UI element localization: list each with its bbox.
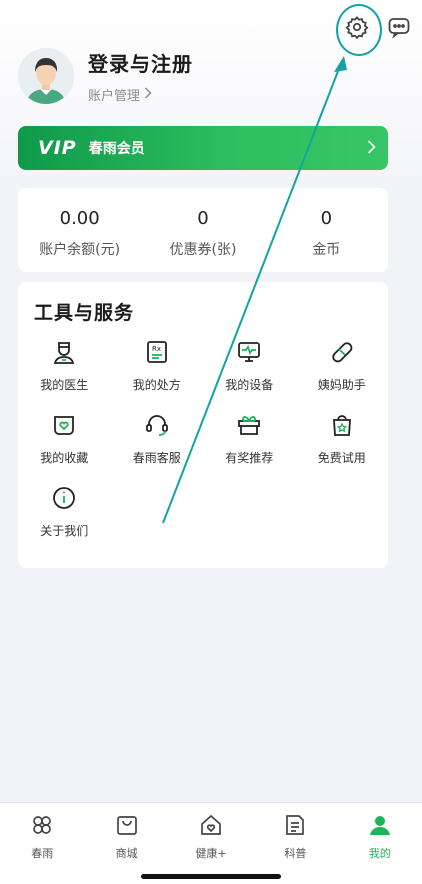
- heart-home-icon: [199, 813, 223, 841]
- nav-item-chunyu[interactable]: 春雨: [0, 803, 84, 884]
- clover-icon: [30, 813, 54, 841]
- nav-item-science[interactable]: 科普: [253, 803, 337, 884]
- nav-item-health-plus[interactable]: 健康+: [169, 803, 253, 884]
- nav-label: 科普: [284, 847, 307, 860]
- nav-label: 商城: [115, 847, 138, 860]
- bag-icon: [115, 813, 139, 841]
- nav-label: 春雨: [31, 847, 54, 860]
- nav-label: 健康+: [195, 847, 227, 860]
- article-icon: [283, 813, 307, 841]
- home-indicator: [141, 874, 281, 879]
- nav-item-mall[interactable]: 商城: [84, 803, 168, 884]
- nav-item-mine[interactable]: 我的: [338, 803, 422, 884]
- nav-label: 我的: [368, 847, 391, 860]
- person-icon: [368, 813, 392, 841]
- bottom-navigation: 春雨 商城 健康+ 科普 我的: [0, 802, 422, 884]
- annotation-arrow: [162, 56, 347, 524]
